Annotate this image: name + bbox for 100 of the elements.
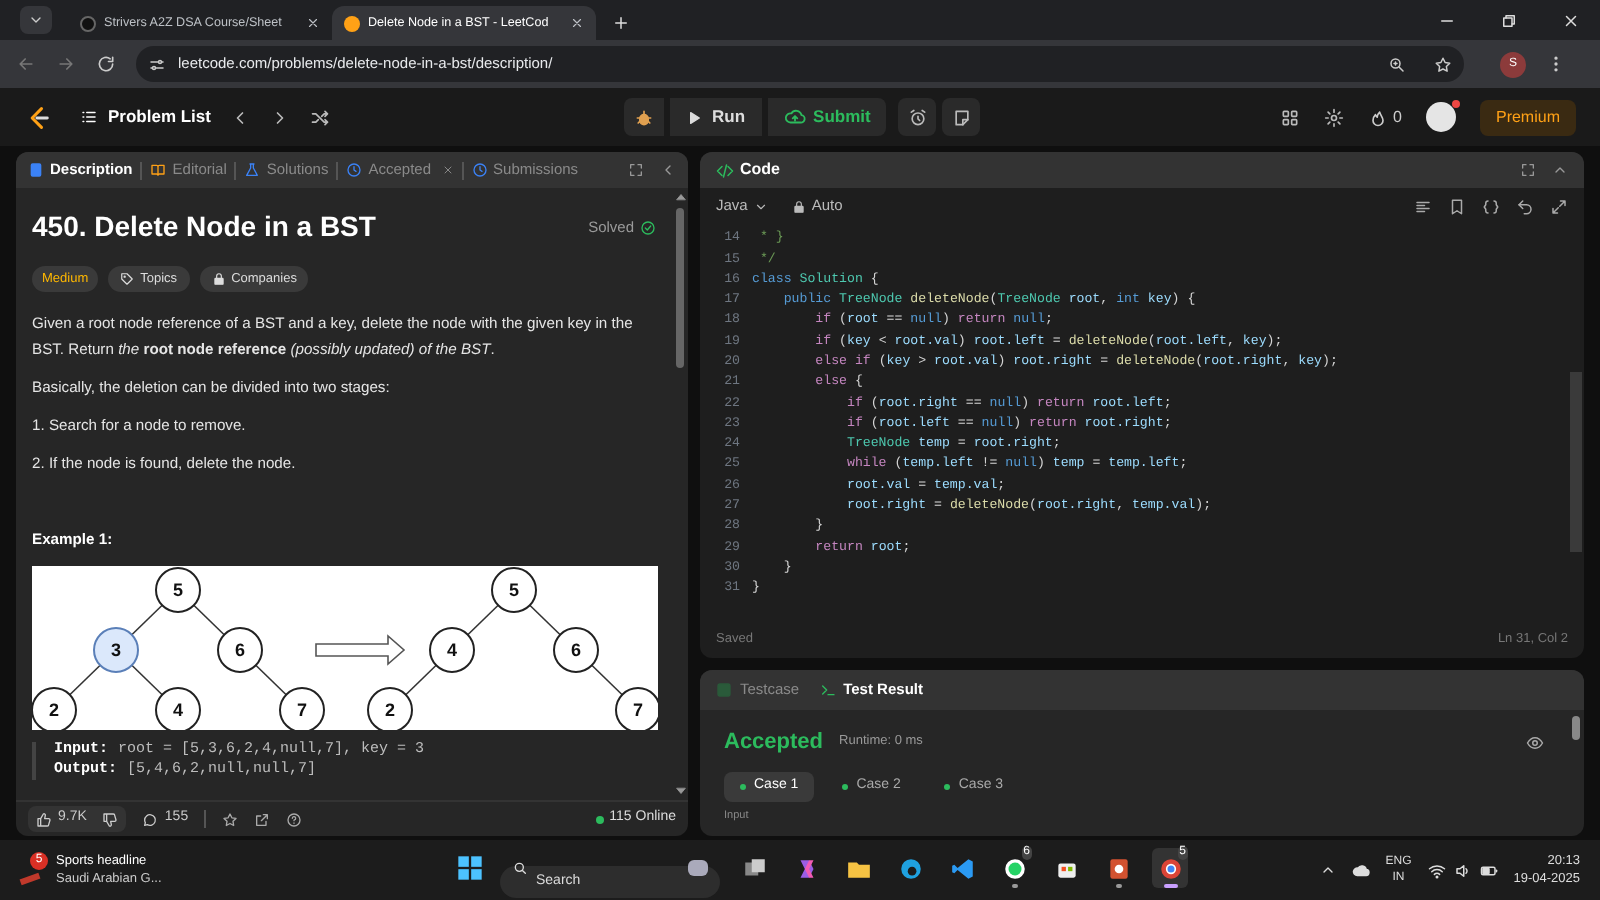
alarm-clock-icon: [907, 107, 928, 127]
tree-node: 4: [155, 687, 201, 731]
share-icon[interactable]: [254, 811, 271, 827]
problem-list-button[interactable]: Problem List: [80, 104, 211, 130]
premium-button[interactable]: Premium: [1479, 99, 1576, 135]
restore-icon[interactable]: [1500, 11, 1518, 29]
expand-icon[interactable]: [628, 162, 644, 178]
tree-edge: [69, 665, 101, 697]
reload-icon[interactable]: [96, 54, 116, 74]
streak-counter[interactable]: 0: [1367, 105, 1402, 129]
tree-edge: [255, 665, 287, 697]
tree-edge: [467, 605, 499, 637]
close-icon[interactable]: [1562, 11, 1580, 29]
arrow-drawing: [315, 635, 406, 667]
tree-node: 2: [32, 687, 77, 731]
battery-icon[interactable]: [1479, 861, 1498, 879]
tree-edge: [193, 605, 225, 637]
collapse-icon[interactable]: [1552, 162, 1568, 178]
scroll-down-icon: [675, 786, 685, 796]
bookmark-star-icon[interactable]: [1434, 55, 1452, 73]
whatsapp-icon: [1001, 855, 1027, 881]
tag-icon: [120, 272, 135, 286]
flask-icon: [244, 162, 261, 178]
expand-icon[interactable]: [1520, 162, 1536, 178]
flame-icon: [1367, 107, 1388, 127]
favicon-icon: [344, 15, 360, 31]
tree-node: 2: [367, 687, 413, 731]
close-icon[interactable]: [570, 16, 584, 30]
clock-icon: [471, 162, 488, 178]
tree-node: 4: [429, 627, 475, 674]
panel-title: Code: [740, 158, 780, 182]
tree-node: 3: [93, 627, 139, 674]
tree-node: 7: [615, 687, 658, 731]
zoom-icon[interactable]: [1388, 55, 1406, 73]
bookmark-icon[interactable]: [1448, 197, 1466, 215]
collapse-icon[interactable]: [660, 162, 676, 178]
terminal-icon: [819, 682, 836, 698]
star-icon[interactable]: [222, 811, 239, 827]
problem-title: 450. Delete Node in a BST: [32, 208, 378, 246]
lock-icon: [211, 272, 226, 286]
windows-start-icon[interactable]: [456, 854, 484, 882]
format-icon[interactable]: [1414, 197, 1432, 215]
book-icon: [150, 162, 167, 178]
eye-icon[interactable]: [1526, 733, 1544, 752]
fullscreen-icon[interactable]: [1550, 197, 1568, 215]
code-icon: [716, 161, 734, 179]
tree-edge: [131, 665, 163, 697]
tree-node: 5: [491, 567, 537, 614]
tree-node: 7: [279, 687, 325, 731]
debug-button[interactable]: [624, 98, 664, 136]
lock-icon: [791, 199, 806, 213]
comment-icon: [142, 811, 159, 827]
list-icon: [80, 108, 98, 126]
notes-button[interactable]: [942, 98, 981, 136]
site-info-icon[interactable]: [148, 55, 166, 73]
layout-grid-icon[interactable]: [1279, 107, 1300, 127]
scrollbar-thumb[interactable]: [1572, 716, 1580, 740]
volume-icon[interactable]: [1453, 861, 1472, 879]
edge-icon: [897, 855, 923, 881]
wifi-icon[interactable]: [1427, 861, 1446, 879]
help-icon[interactable]: [286, 811, 303, 827]
scroll-up-icon: [675, 192, 685, 202]
clock-icon: [346, 162, 363, 178]
tree-edge: [591, 665, 623, 697]
timer-button[interactable]: [898, 98, 937, 136]
checkbox-icon: [716, 682, 732, 698]
cloud-upload-icon: [783, 106, 806, 128]
cloud-icon[interactable]: [1351, 861, 1370, 879]
tree-edge: [131, 605, 163, 637]
back-icon[interactable]: [16, 54, 36, 74]
bug-icon: [634, 107, 654, 127]
search-highlight-icon: [688, 860, 708, 876]
avatar[interactable]: [1425, 102, 1456, 132]
tab-search-button[interactable]: [20, 6, 52, 34]
reset-icon[interactable]: [1516, 197, 1534, 215]
search-icon: [512, 860, 528, 876]
tree-node: 6: [217, 627, 263, 674]
new-tab-icon[interactable]: [612, 14, 630, 32]
note-icon: [951, 107, 972, 127]
document-icon: [28, 162, 44, 178]
submit-button[interactable]: Submit: [767, 98, 887, 136]
chevron-up-icon[interactable]: [1319, 862, 1336, 878]
close-icon[interactable]: [306, 16, 320, 30]
run-button[interactable]: Run: [670, 98, 762, 136]
caret-down-icon: [28, 12, 44, 28]
shuffle-icon[interactable]: [310, 107, 331, 127]
thumbs-up-icon: [36, 811, 52, 827]
scrollbar-thumb[interactable]: [1570, 372, 1582, 552]
tree-node: 6: [553, 627, 599, 674]
forward-icon[interactable]: [56, 54, 76, 74]
braces-icon[interactable]: [1482, 197, 1500, 215]
favicon-icon: [80, 15, 96, 31]
vscode-icon: [949, 855, 975, 881]
settings-icon[interactable]: [1323, 107, 1344, 127]
browser-icon: [1157, 855, 1183, 881]
verdict-text: Accepted: [724, 728, 824, 758]
task-view-icon: [741, 855, 767, 881]
tree-edge: [529, 605, 561, 637]
thumbs-down-icon: [102, 811, 119, 827]
scrollbar-thumb[interactable]: [676, 208, 684, 368]
